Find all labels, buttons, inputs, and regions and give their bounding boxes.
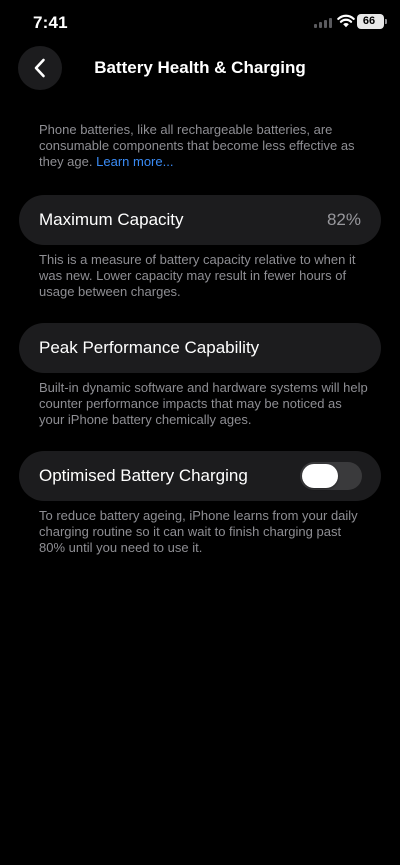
battery-level: 66: [362, 15, 376, 27]
status-bar: 7:41 66: [0, 0, 400, 44]
wifi-icon: [337, 14, 355, 28]
peak-performance-row: Peak Performance Capability: [19, 323, 381, 373]
toggle-knob: [302, 464, 338, 488]
battery-icon: 66: [357, 14, 387, 29]
peak-performance-label: Peak Performance Capability: [39, 338, 260, 357]
optimised-charging-description: To reduce battery ageing, iPhone learns …: [39, 508, 358, 555]
optimised-charging-row: Optimised Battery Charging: [19, 451, 381, 501]
maximum-capacity-description: This is a measure of battery capacity re…: [39, 252, 356, 299]
optimised-charging-toggle[interactable]: [300, 462, 362, 490]
maximum-capacity-label: Maximum Capacity: [39, 210, 184, 229]
learn-more-link[interactable]: Learn more...: [96, 154, 173, 169]
battery-health-page: 7:41 66 Battery Health & Charging Phone …: [0, 0, 400, 865]
page-title: Battery Health & Charging: [94, 58, 306, 77]
status-time: 7:41: [33, 13, 68, 32]
peak-performance-description: Built-in dynamic software and hardware s…: [39, 380, 368, 427]
maximum-capacity-row: Maximum Capacity 82%: [19, 195, 381, 245]
maximum-capacity-value: 82%: [326, 210, 361, 229]
intro-text: Phone batteries, like all rechargeable b…: [39, 122, 355, 169]
optimised-charging-label: Optimised Battery Charging: [39, 466, 248, 485]
signal-icon: [314, 18, 334, 28]
